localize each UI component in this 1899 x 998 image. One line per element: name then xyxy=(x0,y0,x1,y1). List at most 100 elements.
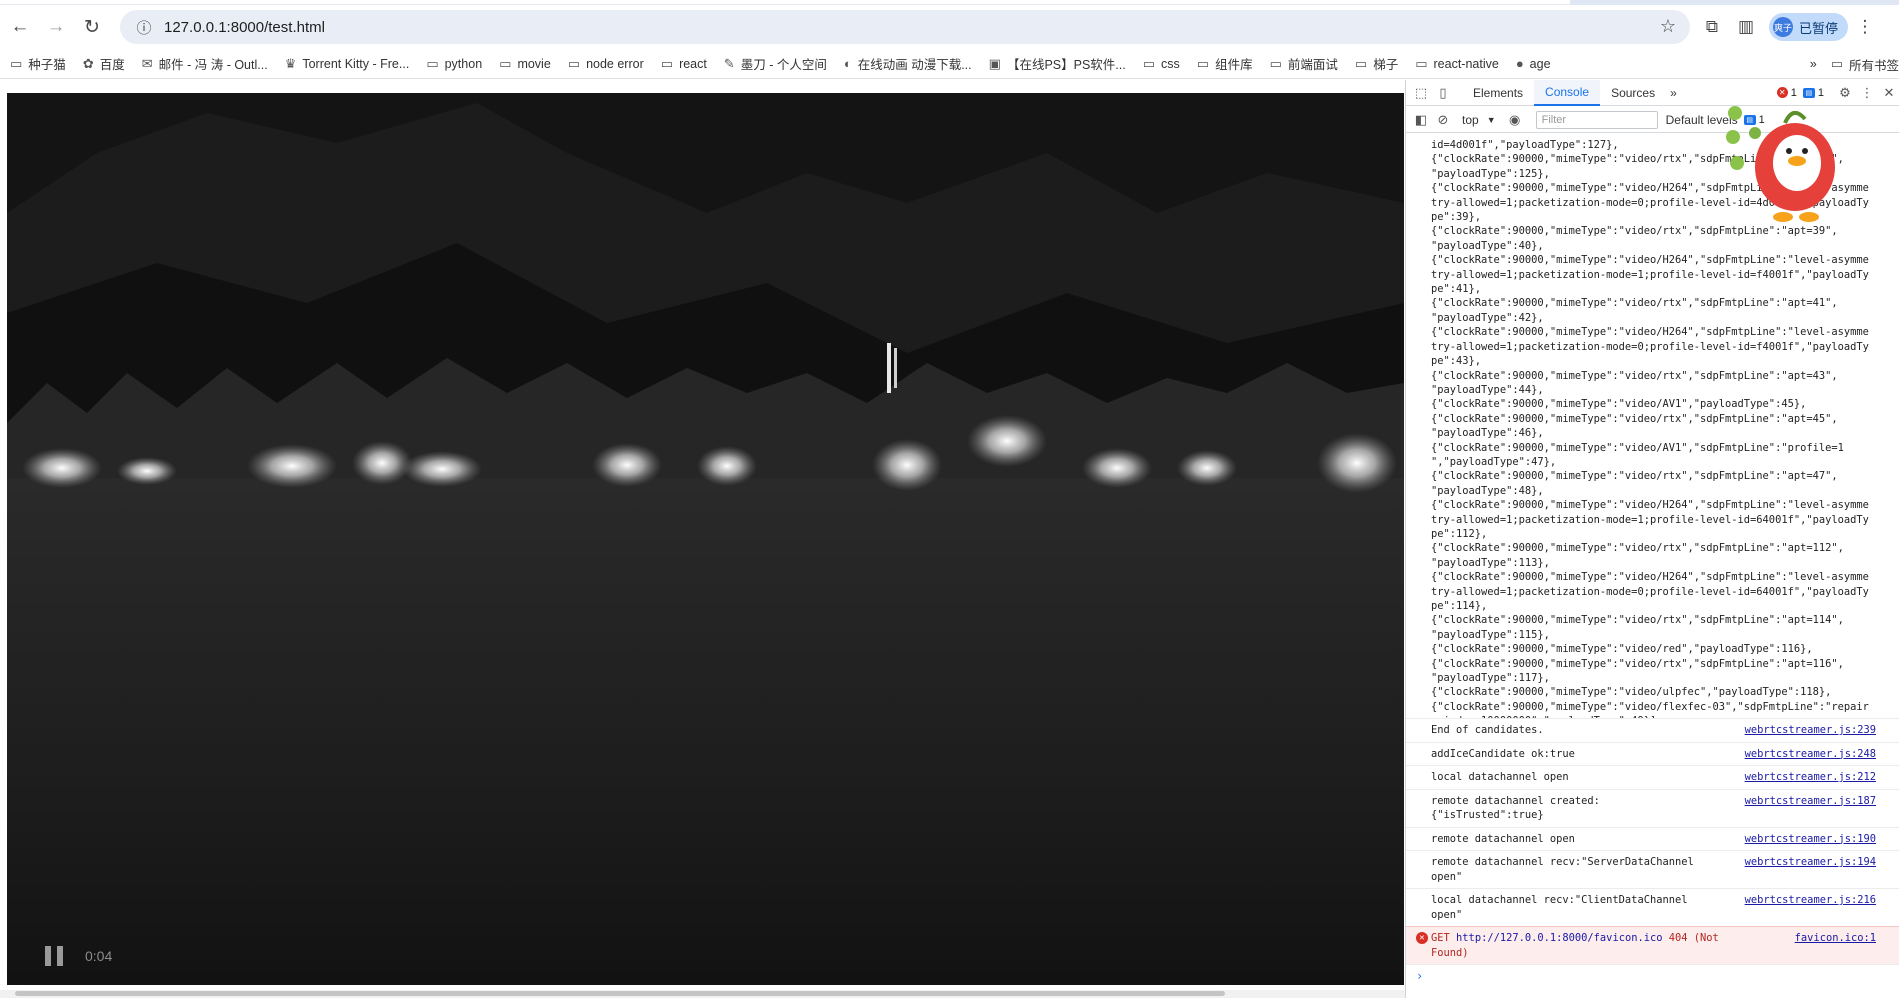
console-message-text: remote datachannel recv:"ServerDataChann… xyxy=(1431,856,1694,883)
extensions-icon[interactable]: ⧉ xyxy=(1695,10,1729,44)
bookmark-label: 梯子 xyxy=(1373,58,1399,72)
back-button[interactable]: ← xyxy=(4,11,36,43)
bookmark-item[interactable]: ▭ movie xyxy=(499,56,551,72)
folder-icon: ▭ xyxy=(1269,55,1282,71)
devtools-menu-icon[interactable]: ⋮ xyxy=(1856,85,1878,101)
device-toolbar-icon[interactable]: ▯ xyxy=(1432,85,1454,101)
console-source-link[interactable]: webrtcstreamer.js:187 xyxy=(1745,794,1876,823)
devtools-tab-console[interactable]: Console xyxy=(1534,79,1601,106)
forward-button[interactable]: → xyxy=(40,11,72,43)
console-message: remote datachannel open webrtcstreamer.js… xyxy=(1406,826,1899,851)
folder-icon: ▭ xyxy=(426,55,439,71)
bookmark-item[interactable]: ▭ python xyxy=(426,56,482,72)
pause-button[interactable] xyxy=(45,946,63,966)
console-message-text: remote datachannel open xyxy=(1431,832,1575,845)
scrollbar-thumb[interactable] xyxy=(15,991,1225,996)
bookmark-label: 【在线PS】PS软件... xyxy=(1006,58,1126,72)
bookmark-label: react xyxy=(679,56,707,71)
console-source-link[interactable]: webrtcstreamer.js:194 xyxy=(1745,855,1876,884)
reload-button[interactable]: ↻ xyxy=(76,11,108,43)
console-source-link[interactable]: webrtcstreamer.js:190 xyxy=(1745,832,1876,847)
devtools-tab-sources[interactable]: Sources xyxy=(1600,80,1666,106)
sidebar-toggle-icon[interactable]: ◧ xyxy=(1410,112,1432,128)
bookmark-item[interactable]: ◐ 在线动画 动漫下载... xyxy=(844,54,972,73)
settings-gear-icon[interactable]: ⚙ xyxy=(1834,85,1856,101)
console-message-text: local datachannel open xyxy=(1431,771,1569,783)
bookmark-item[interactable]: ▭ node error xyxy=(568,56,644,72)
bookmarks-overflow-button[interactable]: » xyxy=(1810,57,1817,71)
bookmark-item[interactable]: ▭ 前端面试 xyxy=(1270,54,1338,73)
toolbar-right: ⧉ ▥ 爽子 已暂停 ⋮ xyxy=(1695,10,1882,44)
more-tabs-button[interactable]: » xyxy=(1666,80,1681,106)
bookmark-label: movie xyxy=(517,56,551,71)
menu-icon[interactable]: ⋮ xyxy=(1848,10,1882,44)
folder-icon: ▭ xyxy=(1415,55,1428,71)
error-source-link[interactable]: favicon.ico:1 xyxy=(1795,931,1876,960)
bookmark-item[interactable]: ✉ 邮件 - 冯 涛 - Outl... xyxy=(142,54,268,73)
error-url-link[interactable]: http://127.0.0.1:8000/favicon.ico xyxy=(1456,932,1662,944)
error-icon: ✕ xyxy=(1416,932,1428,944)
console-message-text: addIceCandidate ok:true xyxy=(1431,747,1575,760)
folder-icon: ▭ xyxy=(499,55,512,71)
baidu-icon: ✿ xyxy=(82,55,94,71)
bookmark-item[interactable]: ✿ 百度 xyxy=(83,54,125,73)
bookmark-item[interactable]: ✎ 墨刀 - 个人空间 xyxy=(724,54,827,73)
error-count-badge[interactable]: ✕ 1 xyxy=(1776,87,1797,99)
folder-icon: ▭ xyxy=(1142,55,1156,71)
live-expression-eye-icon[interactable]: ◉ xyxy=(1504,112,1526,128)
console-output[interactable]: id=4d001f","payloadType":127}, {"clockRa… xyxy=(1406,134,1899,998)
console-message: End of candidates. webrtcstreamer.js:239 xyxy=(1406,718,1899,742)
ps-icon: ▣ xyxy=(988,55,1001,71)
console-source-link[interactable]: webrtcstreamer.js:248 xyxy=(1745,747,1876,762)
bookmark-label: css xyxy=(1161,56,1180,71)
all-bookmarks-folder[interactable]: ▭ 所有书签 xyxy=(1831,55,1899,74)
profile-status-label: 已暂停 xyxy=(1799,20,1839,36)
address-bar[interactable]: ⓘ 127.0.0.1:8000/test.html ☆ xyxy=(120,10,1690,44)
bookmark-item[interactable]: ▭ 组件库 xyxy=(1197,54,1253,73)
devtools-tabs: Elements Console Sources xyxy=(1462,79,1666,106)
context-selector[interactable]: top ▼ xyxy=(1462,113,1496,127)
console-messages: End of candidates. webrtcstreamer.js:239 a… xyxy=(1406,718,1899,926)
bookmark-item[interactable]: ▭ react xyxy=(661,56,707,72)
profile-button[interactable]: 爽子 已暂停 xyxy=(1769,13,1849,41)
console-message-text: End of candidates. xyxy=(1431,724,1544,736)
bookmark-label: react-native xyxy=(1433,56,1499,71)
console-message: addIceCandidate ok:true webrtcstreamer.js… xyxy=(1406,741,1899,766)
console-message-text: remote datachannel created: {"isTrusted"… xyxy=(1431,794,1600,822)
bookmark-star-icon[interactable]: ☆ xyxy=(1660,16,1676,37)
console-source-link[interactable]: webrtcstreamer.js:239 xyxy=(1745,723,1876,738)
console-message: remote datachannel created: {"isTrusted"… xyxy=(1406,788,1899,827)
bookmark-item[interactable]: ▭ 种子猫 xyxy=(10,54,66,73)
bookmark-item[interactable]: ▭ react-native xyxy=(1415,56,1499,72)
bookmark-label: 前端面试 xyxy=(1287,58,1338,72)
clear-console-icon[interactable]: ⊘ xyxy=(1432,112,1454,128)
console-prompt[interactable]: › xyxy=(1406,964,1899,987)
bookmark-item[interactable]: ♛ Torrent Kitty - Fre... xyxy=(285,56,410,72)
bookmark-label: 组件库 xyxy=(1215,58,1253,72)
video-control-bar: 0:04 xyxy=(7,927,1404,985)
close-devtools-icon[interactable]: ✕ xyxy=(1878,85,1899,101)
console-message: remote datachannel recv:"ServerDataChann… xyxy=(1406,850,1899,888)
console-filter-input[interactable]: Filter xyxy=(1535,110,1658,129)
devtools-tab-elements[interactable]: Elements xyxy=(1462,80,1534,106)
info-count-badge[interactable]: ▤ 1 xyxy=(1802,87,1824,99)
page-horizontal-scrollbar[interactable] xyxy=(0,990,1405,998)
bookmark-item[interactable]: ● age xyxy=(1516,56,1551,71)
devtools-tab-bar: ⬚ ▯ Elements Console Sources » ✕ 1 ▤ 1 ⚙ ⋮ ✕ xyxy=(1406,79,1899,106)
video-frame xyxy=(7,93,1404,985)
url-text[interactable]: 127.0.0.1:8000/test.html xyxy=(164,19,325,36)
console-source-link[interactable]: webrtcstreamer.js:212 xyxy=(1745,770,1876,785)
bookmark-item[interactable]: ▭ 梯子 xyxy=(1355,54,1398,73)
inspect-element-icon[interactable]: ⬚ xyxy=(1410,85,1432,101)
folder-icon: ▭ xyxy=(660,55,674,71)
console-message-text: local datachannel recv:"ClientDataChanne… xyxy=(1431,894,1688,921)
github-icon: ● xyxy=(1515,56,1524,71)
bookmark-label: 种子猫 xyxy=(28,58,66,72)
bookmark-item[interactable]: ▭ css xyxy=(1143,56,1180,72)
site-info-icon[interactable]: ⓘ xyxy=(130,17,158,38)
side-panel-icon[interactable]: ▥ xyxy=(1729,10,1763,44)
bookmark-item[interactable]: ▣ 【在线PS】PS软件... xyxy=(989,54,1126,73)
video-player[interactable]: 0:04 xyxy=(7,93,1404,985)
console-source-link[interactable]: webrtcstreamer.js:216 xyxy=(1745,893,1876,922)
dropdown-arrow-icon: ▼ xyxy=(1486,114,1496,125)
